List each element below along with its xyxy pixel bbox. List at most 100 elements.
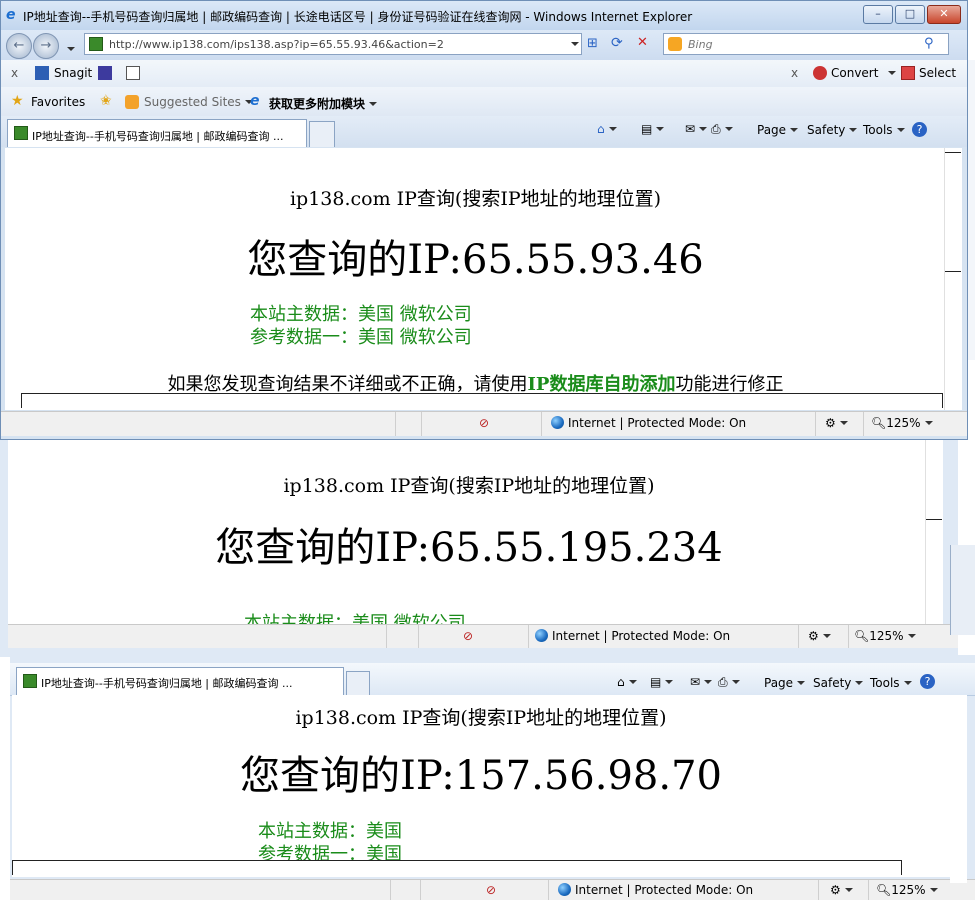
favorites-bar: ★ Favorites ✬ Suggested Sites e 获取更多附加模块 [1,87,967,117]
blocked-content-icon[interactable]: ⊘ [486,883,496,897]
favorites-button[interactable]: Favorites [31,95,85,109]
horizontal-scrollbar[interactable] [12,860,902,875]
page-menu[interactable]: Page [764,676,806,690]
snagit-capture-icon[interactable] [98,66,112,80]
blocked-content-icon[interactable]: ⊘ [479,416,489,430]
forward-button[interactable]: → [33,33,59,59]
new-tab-button[interactable] [309,121,335,147]
globe-icon [558,883,571,896]
address-dropdown-icon[interactable] [567,38,579,51]
back-button[interactable]: ← [6,33,32,59]
blocked-content-icon[interactable]: ⊘ [463,629,473,643]
scroll-thumb[interactable] [926,469,942,520]
title-bar: e IP地址查询--手机号码查询归属地 | 邮政编码查询 | 长途电话区号 | … [1,1,967,30]
tab-title: IP地址查询--手机号码查询归属地 | 邮政编码查询 ... [41,677,293,690]
minimize-button[interactable]: – [863,5,893,24]
zoom-control[interactable]: 🔍︎125% [871,416,933,430]
history-dropdown-icon[interactable] [63,38,75,57]
maximize-button[interactable]: □ [895,5,925,24]
refresh-icon[interactable]: ⟳ [611,35,623,51]
settings-icon[interactable]: ⚙ [825,416,848,430]
vertical-scrollbar-2[interactable] [925,439,943,624]
home-icon[interactable]: ⌂ [617,675,637,689]
snagit-icon [35,66,49,80]
help-icon[interactable]: ? [912,122,927,137]
status-bar: ⊘ Internet | Protected Mode: On ⚙ 🔍︎125% [8,624,958,648]
vertical-scrollbar-3[interactable] [950,695,967,883]
security-zone[interactable]: Internet | Protected Mode: On [551,416,746,430]
page-heading: ip138.com IP查询(搜索IP地址的地理位置) [289,188,662,210]
vertical-scrollbar-1[interactable] [944,148,962,410]
address-bar[interactable]: http://www.ip138.com/ips138.asp?ip=65.55… [84,33,582,55]
close-toolbar-icon[interactable]: x [11,66,18,80]
tools-menu[interactable]: Tools [863,123,905,137]
address-url: http://www.ip138.com/ips138.asp?ip=65.55… [109,38,444,51]
status-bar: ⊘ Internet | Protected Mode: On ⚙ 🔍︎125% [10,879,975,900]
ie-logo-icon: e [6,7,16,23]
settings-icon[interactable]: ⚙ [830,883,853,897]
browser-window-1: e IP地址查询--手机号码查询归属地 | 邮政编码查询 | 长途电话区号 | … [0,0,968,440]
background-window-edge [950,545,975,635]
ip-database-add-link[interactable]: IP数据库自助添加 [528,374,676,395]
addons-ie-icon: e [250,93,260,109]
suggested-sites-icon [125,95,139,109]
note-suffix: 功能进行修正 [675,374,784,395]
horizontal-scrollbar[interactable] [21,393,943,408]
mail-icon[interactable]: ✉ [690,675,713,689]
window-title: IP地址查询--手机号码查询归属地 | 邮政编码查询 | 长途电话区号 | 身份… [23,10,693,24]
feeds-icon[interactable]: ▤ [641,122,665,136]
ip138-favicon-icon [14,126,28,140]
browser-window-3: IP地址查询--手机号码查询归属地 | 邮政编码查询 ... ⌂ ▤ ✉ ⎙ P… [10,655,975,900]
select-icon [901,66,915,80]
settings-icon[interactable]: ⚙ [808,629,831,643]
zoom-control[interactable]: 🔍︎125% [854,629,916,643]
zoom-control[interactable]: 🔍︎125% [876,883,938,897]
tab-current[interactable]: IP地址查询--手机号码查询归属地 | 邮政编码查询 ... [7,119,307,147]
page-heading: ip138.com IP查询(搜索IP地址的地理位置) [295,707,667,729]
security-zone[interactable]: Internet | Protected Mode: On [535,629,730,643]
ip138-favicon-icon [89,37,103,51]
tab-command-bar: IP地址查询--手机号码查询归属地 | 邮政编码查询 ... ⌂ ▤ ✉ ⎙ P… [1,116,967,147]
search-icon[interactable]: ⚲ [924,36,934,51]
ip-result-line: 您查询的IP:65.55.195.234 [215,525,723,571]
feeds-icon[interactable]: ▤ [650,675,674,689]
stop-icon[interactable]: ✕ [637,35,648,50]
security-zone[interactable]: Internet | Protected Mode: On [558,883,753,897]
select-button[interactable]: Select [919,66,956,80]
close-button[interactable]: ✕ [927,5,961,24]
search-input[interactable]: Bing ⚲ [663,33,949,55]
suggested-sites-button[interactable]: Suggested Sites [144,95,253,109]
snagit-button[interactable]: Snagit [54,66,92,80]
navigation-bar: ← → http://www.ip138.com/ips138.asp?ip=6… [1,30,967,60]
close-toolbar-icon-right[interactable]: x [791,66,798,80]
print-icon[interactable]: ⎙ [711,122,733,137]
help-icon[interactable]: ? [920,674,935,689]
ip-result-line: 您查询的IP:157.56.98.70 [240,753,722,799]
tab-current[interactable]: IP地址查询--手机号码查询归属地 | 邮政编码查询 ... [16,667,344,695]
tools-menu[interactable]: Tools [870,676,912,690]
page-menu[interactable]: Page [757,123,799,137]
safety-menu[interactable]: Safety [813,676,864,690]
globe-icon [551,416,564,429]
print-icon[interactable]: ⎙ [718,675,740,690]
ip138-favicon-icon [23,674,37,688]
snagit-edit-icon[interactable] [126,66,140,80]
browser-window-2: ip138.com IP查询(搜索IP地址的地理位置) 您查询的IP:65.55… [0,415,958,657]
tab-bar: IP地址查询--手机号码查询归属地 | 邮政编码查询 ... ⌂ ▤ ✉ ⎙ P… [10,663,975,696]
add-favorite-icon[interactable]: ✬ [100,93,112,109]
home-icon[interactable]: ⌂ [597,122,617,136]
compatibility-view-icon[interactable]: ⊞ [587,36,598,51]
page-content-3: ip138.com IP查询(搜索IP地址的地理位置) 您查询的IP:157.5… [12,695,950,877]
get-addons-button[interactable]: 获取更多附加模块 [269,95,378,112]
scroll-thumb[interactable] [945,152,961,272]
safety-menu[interactable]: Safety [807,123,858,137]
note-prefix: 如果您发现查询结果不详细或不正确，请使用 [167,374,528,395]
page-content-1: ip138.com IP查询(搜索IP地址的地理位置) 您查询的IP:65.55… [5,148,946,410]
reference-data-line: 参考数据一：美国 微软公司 [250,327,472,348]
convert-icon [813,66,827,80]
new-tab-button[interactable] [346,671,370,695]
ip-result-line: 您查询的IP:65.55.93.46 [247,237,704,283]
convert-button[interactable]: Convert [831,66,897,80]
status-bar: ⊘ Internet | Protected Mode: On ⚙ 🔍︎125% [1,411,967,436]
mail-icon[interactable]: ✉ [685,122,708,136]
